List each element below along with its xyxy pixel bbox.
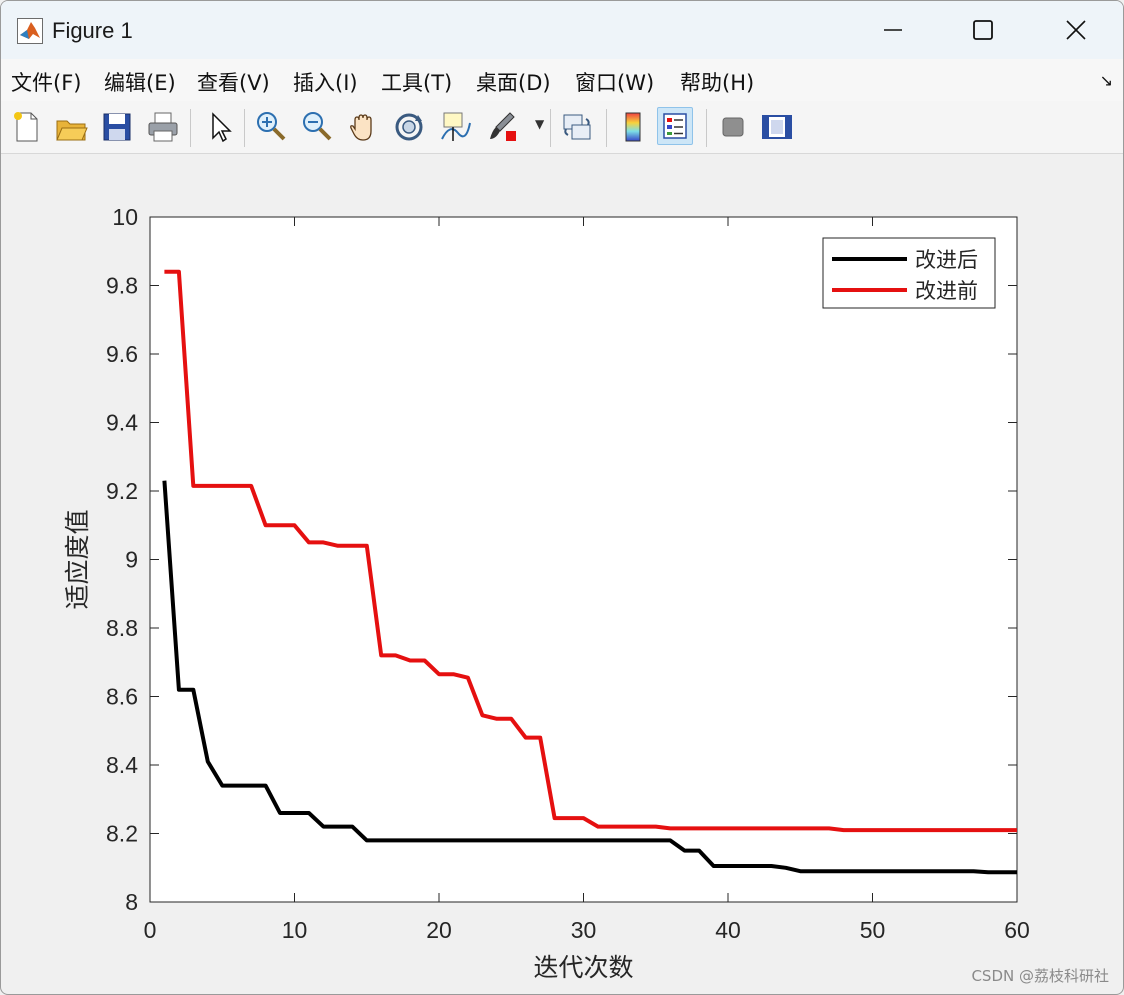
toolbar-separator — [550, 109, 551, 147]
y-tick-label: 9 — [125, 547, 138, 573]
minimize-icon[interactable] — [878, 15, 908, 45]
menu-edit[interactable]: 编辑(E) — [104, 67, 176, 97]
title-bar[interactable]: Figure 1 — [1, 1, 1123, 59]
new-figure-icon[interactable] — [9, 109, 43, 145]
zoom-out-icon[interactable] — [300, 109, 334, 145]
figure-toolbar: ▼ — [1, 101, 1123, 154]
axes-box[interactable] — [149, 216, 1018, 903]
x-tick-label: 50 — [860, 917, 886, 943]
menu-insert[interactable]: 插入(I) — [293, 67, 358, 97]
menu-window[interactable]: 窗口(W) — [575, 67, 654, 97]
open-file-icon[interactable] — [54, 109, 88, 145]
matlab-logo-icon — [17, 18, 43, 44]
y-tick-label: 8.6 — [106, 684, 138, 710]
y-tick-label: 9.2 — [106, 478, 138, 504]
y-tick-label: 10 — [112, 204, 138, 230]
toolbar-separator — [606, 109, 607, 147]
y-tick-label: 8.4 — [106, 752, 138, 778]
data-cursor-icon[interactable] — [438, 109, 472, 145]
menu-view[interactable]: 查看(V) — [197, 67, 270, 97]
x-tick-label: 40 — [715, 917, 741, 943]
colorbar-icon[interactable] — [616, 109, 650, 145]
y-axis-label: 适应度值 — [64, 509, 92, 609]
close-icon[interactable] — [1061, 15, 1091, 45]
y-tick-label: 8.2 — [106, 821, 138, 847]
hide-plot-tools-icon[interactable] — [716, 109, 750, 145]
toolbar-separator — [190, 109, 191, 147]
show-plot-tools-icon[interactable] — [760, 109, 794, 145]
zoom-in-icon[interactable] — [254, 109, 288, 145]
brush-icon[interactable] — [486, 109, 520, 145]
y-tick-label: 8.8 — [106, 615, 138, 641]
legend-icon[interactable] — [657, 107, 693, 145]
y-tick-label: 9.4 — [106, 410, 138, 436]
y-tick-label: 9.8 — [106, 273, 138, 299]
pointer-icon[interactable] — [202, 109, 236, 145]
print-icon[interactable] — [146, 109, 180, 145]
x-tick-label: 10 — [282, 917, 308, 943]
dock-arrow-icon[interactable]: ↘ — [1100, 71, 1113, 90]
menu-file[interactable]: 文件(F) — [11, 67, 81, 97]
x-tick-label: 20 — [426, 917, 452, 943]
brush-dropdown-icon[interactable]: ▼ — [535, 117, 544, 131]
toolbar-separator — [706, 109, 707, 147]
maximize-icon[interactable] — [968, 15, 998, 45]
toolbar-separator — [244, 109, 245, 147]
x-tick-label: 60 — [1004, 917, 1030, 943]
x-tick-label: 0 — [144, 917, 157, 943]
window-title: Figure 1 — [52, 18, 133, 43]
link-plot-icon[interactable] — [560, 109, 594, 145]
figure-canvas[interactable]: 0 10 20 30 40 50 60 8 8.2 8.4 8.6 8.8 9 9.2 9.4 9.6 9.8 1… — [1, 153, 1123, 994]
y-tick-label: 8 — [125, 889, 138, 915]
menu-bar: 文件(F) 编辑(E) 查看(V) 插入(I) 工具(T) 桌面(D) 窗口(W… — [1, 59, 1123, 101]
pan-icon[interactable] — [346, 109, 380, 145]
save-icon[interactable] — [100, 109, 134, 145]
legend-label-2: 改进前 — [915, 280, 978, 303]
menu-desktop[interactable]: 桌面(D) — [476, 67, 551, 97]
watermark-text: CSDN @荔枝科研社 — [971, 967, 1109, 985]
menu-tools[interactable]: 工具(T) — [381, 67, 452, 97]
x-tick-label: 30 — [571, 917, 597, 943]
x-axis-label: 迭代次数 — [533, 954, 633, 982]
legend-label-1: 改进后 — [915, 249, 978, 272]
menu-help[interactable]: 帮助(H) — [680, 67, 754, 97]
rotate-3d-icon[interactable] — [392, 109, 426, 145]
y-tick-label: 9.6 — [106, 341, 138, 367]
figure-window: Figure 1 文件(F) 编辑(E) 查看(V) 插入(I) 工具(T) 桌… — [0, 0, 1124, 995]
